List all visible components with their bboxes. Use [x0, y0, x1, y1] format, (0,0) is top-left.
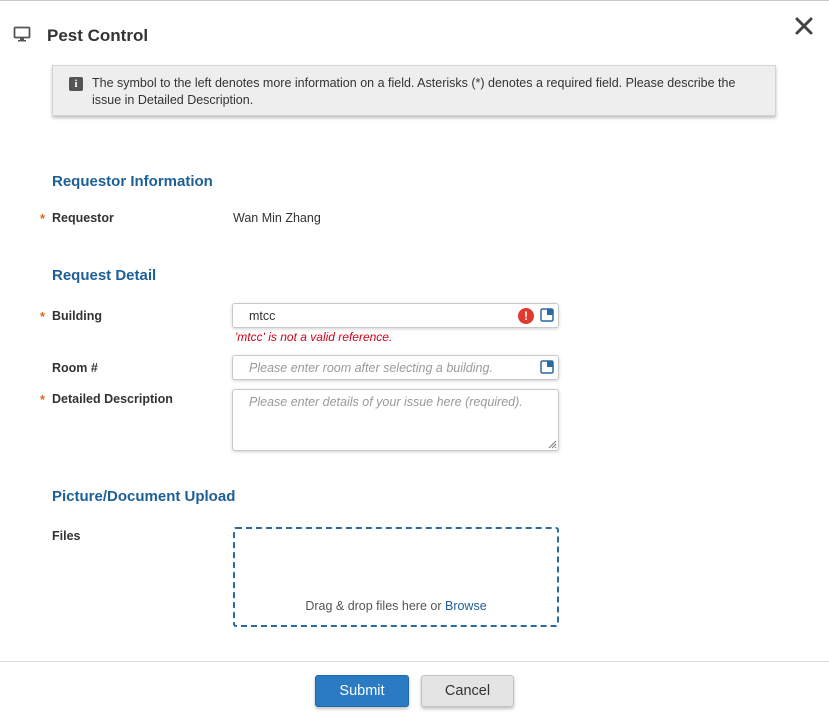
description-label: Detailed Description [52, 392, 173, 406]
building-label: Building [52, 309, 102, 323]
dialog-title: Pest Control [47, 26, 149, 45]
building-input[interactable] [233, 304, 529, 327]
monitor-icon [13, 26, 31, 42]
building-error-message: 'mtcc' is not a valid reference. [235, 330, 393, 344]
description-textarea[interactable] [233, 390, 558, 450]
lookup-icon[interactable] [540, 360, 554, 374]
section-upload: Picture/Document Upload [52, 488, 236, 505]
error-icon: ! [518, 308, 534, 324]
info-text: The symbol to the left denotes more info… [92, 76, 736, 107]
section-requestor-information: Requestor Information [52, 173, 213, 190]
section-request-detail: Request Detail [52, 267, 157, 284]
requestor-label: Requestor [52, 211, 114, 225]
submit-button[interactable]: Submit [315, 675, 409, 707]
info-icon: i [69, 77, 83, 91]
building-field: ! [232, 303, 559, 328]
room-label: Room # [52, 361, 98, 375]
browse-link[interactable]: Browse [445, 599, 487, 613]
dialog: Pest Control i The symbol to the left de… [0, 0, 829, 718]
resize-grip-icon[interactable] [547, 439, 557, 449]
info-banner: i The symbol to the left denotes more in… [52, 65, 776, 116]
footer-divider [0, 661, 829, 662]
file-dropzone[interactable]: Drag & drop files here or Browse [233, 527, 559, 627]
required-marker: * [40, 211, 46, 226]
files-label: Files [52, 529, 81, 543]
room-input[interactable] [233, 356, 529, 379]
close-icon[interactable] [794, 16, 814, 36]
drop-instructions: Drag & drop files here or Browse [235, 599, 557, 613]
requestor-value: Wan Min Zhang [233, 211, 321, 225]
room-field [232, 355, 559, 380]
drop-text: Drag & drop files here or [305, 599, 442, 613]
required-marker: * [40, 309, 46, 324]
lookup-icon[interactable] [540, 308, 554, 322]
description-field [232, 389, 559, 451]
required-marker: * [40, 392, 46, 407]
cancel-button[interactable]: Cancel [421, 675, 514, 707]
